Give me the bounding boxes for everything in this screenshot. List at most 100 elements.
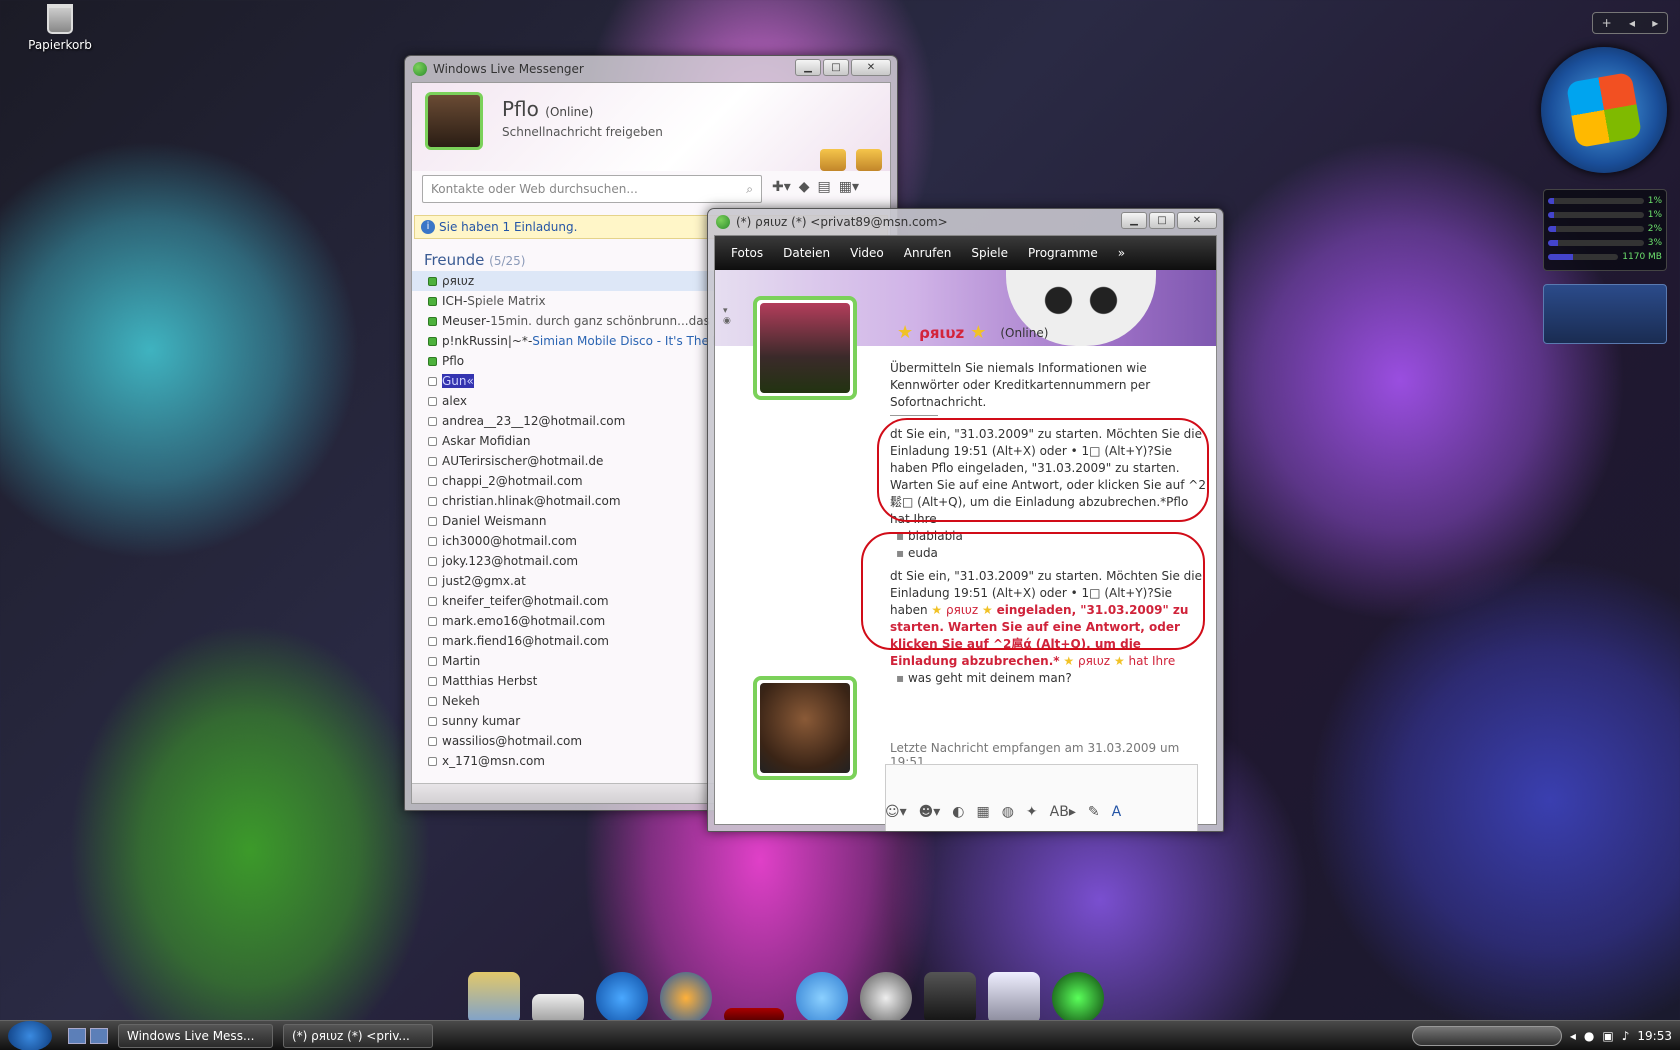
menu-item[interactable]: Fotos [721, 246, 773, 260]
taskbar-button-messenger[interactable]: Windows Live Mess... [118, 1023, 273, 1048]
contact-name: ρяιυz [919, 323, 965, 342]
background-icon[interactable]: ▦ [976, 804, 989, 820]
window-controls: ▁ □ ✕ [795, 59, 891, 76]
minimize-button[interactable]: ▁ [1121, 212, 1147, 229]
explorer-icon[interactable] [468, 972, 520, 1024]
show-desktop-icon[interactable] [68, 1027, 86, 1044]
emoticon-icon[interactable]: ☺▾ [885, 804, 907, 820]
slideshow-gadget[interactable] [1543, 284, 1667, 344]
contact-name: AUTerirsischer@hotmail.de [442, 454, 604, 468]
contact-name: christian.hlinak@hotmail.com [442, 494, 621, 508]
quick-launch [68, 1027, 108, 1044]
messenger-icon [413, 62, 427, 76]
media-controls[interactable] [1411, 1025, 1562, 1046]
nudge-icon[interactable]: ◐ [952, 804, 964, 820]
info-icon: i [421, 220, 435, 234]
firefox-icon[interactable] [660, 972, 712, 1024]
status-icon [428, 536, 437, 546]
volume-icon[interactable]: ♪ [1622, 1029, 1630, 1043]
star-icon: ★ [1063, 654, 1075, 668]
close-button[interactable]: ✕ [1177, 212, 1217, 229]
close-button[interactable]: ✕ [851, 59, 891, 76]
search-input[interactable]: Kontakte oder Web durchsuchen... ⌕ [422, 175, 762, 203]
messenger-tray-icon[interactable]: ● [1584, 1029, 1594, 1043]
menu-item[interactable]: Dateien [773, 246, 840, 260]
status-icon [428, 756, 437, 766]
menu-item[interactable]: Anrufen [894, 246, 962, 260]
headphones-icon[interactable] [988, 972, 1040, 1024]
network-icon[interactable]: ▣ [1602, 1029, 1613, 1043]
windows-flag-icon [1565, 71, 1643, 149]
collapse-arrow-icon[interactable]: ▾ ◉ [723, 306, 735, 326]
minimize-button[interactable]: ▁ [795, 59, 821, 76]
status-icon [428, 496, 437, 506]
contact-name: Gun« [442, 374, 474, 388]
contact-display-picture[interactable] [753, 296, 857, 400]
start-button[interactable] [8, 1020, 52, 1050]
xbox-icon[interactable] [1052, 972, 1104, 1024]
system-tray: ◂ ● ▣ ♪ 19:53 [1411, 1025, 1680, 1046]
menu-item[interactable]: » [1108, 246, 1135, 260]
messenger-dock-icon[interactable] [796, 972, 848, 1024]
spaces-icon[interactable] [856, 149, 882, 171]
chat-body: Fotos Dateien Video Anrufen Spiele Programme»… [714, 235, 1217, 831]
clock[interactable]: 19:53 [1637, 1029, 1672, 1043]
status-icon [428, 296, 437, 306]
gadget-controls[interactable]: + ◂ ▸ [1592, 12, 1668, 34]
internet-explorer-icon[interactable] [596, 972, 648, 1024]
profile-name[interactable]: Pflo (Online) [502, 97, 593, 121]
maximize-button[interactable]: □ [1149, 212, 1175, 229]
contact-name: Meuser [442, 314, 486, 328]
chat-title: (*) ρяιυz (*) <privat89@msn.com> [736, 215, 948, 229]
add-contact-icon[interactable]: ✚▾ [772, 179, 791, 195]
mail-icon[interactable] [820, 149, 846, 171]
own-display-picture[interactable] [753, 676, 857, 780]
contact-name: p!nkRussin|~* [442, 334, 528, 348]
messenger-titlebar[interactable]: Windows Live Messenger ▁ □ ✕ [405, 56, 897, 82]
steam-icon[interactable] [924, 972, 976, 1024]
handwriting-icon[interactable]: ✎ [1088, 804, 1100, 820]
status-icon [428, 516, 437, 526]
menu-item[interactable]: Programme [1018, 246, 1108, 260]
contact-status: (Online) [1000, 325, 1049, 340]
maximize-button[interactable]: □ [823, 59, 849, 76]
menu-item[interactable]: Spiele [961, 246, 1018, 260]
memory-row: 1170 MB [1548, 250, 1662, 264]
switch-windows-icon[interactable] [90, 1027, 108, 1044]
tray-expand-icon[interactable]: ◂ [1570, 1029, 1576, 1043]
meter-row: 1% [1548, 194, 1662, 208]
menu-icon[interactable]: ▦▾ [839, 179, 859, 195]
search-icon[interactable]: ⌕ [746, 182, 753, 197]
next-icon[interactable]: ▸ [1652, 16, 1658, 30]
add-gadget-icon[interactable]: + [1602, 16, 1612, 30]
font-size-icon[interactable]: AB▸ [1050, 804, 1076, 820]
status-icon [428, 276, 437, 286]
trash-icon [47, 4, 73, 34]
taskbar-button-chat[interactable]: (*) ρяιυz (*) <priv... [283, 1023, 433, 1048]
dock [468, 958, 1218, 1024]
contact-name: mark.fiend16@hotmail.com [442, 634, 609, 648]
status-icon [428, 656, 437, 666]
recycle-bin-icon[interactable]: Papierkorb [22, 4, 98, 52]
media-player-icon[interactable] [860, 972, 912, 1024]
view-icon[interactable]: ▤ [818, 179, 831, 195]
status-icon [428, 396, 437, 406]
message-input[interactable] [885, 764, 1198, 831]
prev-icon[interactable]: ◂ [1629, 16, 1635, 30]
personal-message[interactable]: Schnellnachricht freigeben [502, 125, 663, 139]
games-icon[interactable]: ◍ [1002, 804, 1014, 820]
font-icon[interactable]: A [1112, 804, 1122, 820]
menu-item[interactable]: Video [840, 246, 894, 260]
meter-row: 3% [1548, 236, 1662, 250]
invitation-text: Sie haben 1 Einladung. [439, 220, 578, 234]
contact-name: Pflo [442, 354, 465, 368]
status-icon[interactable]: ◆ [799, 179, 810, 195]
meter-value: 1% [1647, 196, 1662, 206]
chat-titlebar[interactable]: (*) ρяιυz (*) <privat89@msn.com> ▁ □ ✕ [708, 209, 1223, 235]
avatar[interactable] [425, 92, 483, 150]
wink-icon[interactable]: ☻▾ [919, 804, 941, 820]
cpu-meter-gadget: 1% 1% 2% 3% 1170 MB [1543, 189, 1667, 271]
status-icon [428, 696, 437, 706]
voice-clip-icon[interactable]: ✦ [1026, 804, 1038, 820]
security-warning: Übermitteln Sie niemals Informationen wi… [890, 361, 1151, 409]
